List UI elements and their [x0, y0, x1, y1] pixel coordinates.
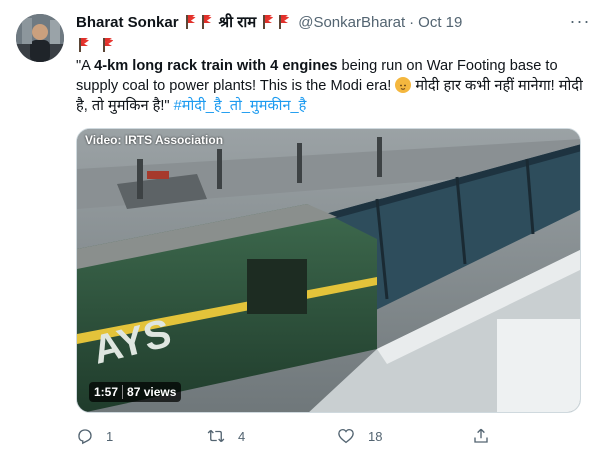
tweet-actions: 1 4 18 — [76, 424, 516, 448]
cat-emoji-icon — [395, 77, 412, 93]
video-thumbnail: AYS — [77, 129, 580, 412]
share-action[interactable] — [472, 427, 490, 445]
flag-icon — [201, 15, 213, 29]
text-part: "A — [76, 58, 95, 74]
heart-icon — [338, 428, 354, 444]
flag-icon — [262, 15, 274, 29]
reply-count: 1 — [106, 428, 114, 444]
retweet-count: 4 — [238, 428, 246, 444]
video-credit: Video: IRTS Association — [85, 133, 224, 147]
separator: · — [409, 13, 415, 31]
author-name[interactable]: Bharat Sonkar — [76, 14, 179, 31]
video-views: 87 views — [127, 385, 177, 399]
flag-icon — [78, 38, 90, 52]
flag-icon — [102, 38, 114, 52]
tweet[interactable]: Bharat Sonkar श्री राम @SonkarBharat · O… — [0, 0, 605, 453]
tweet-text: "A 4-km long rack train with 4 engines b… — [76, 56, 586, 116]
like-action[interactable]: 18 — [336, 427, 472, 445]
author-name-text[interactable]: श्री राम — [219, 12, 257, 32]
share-icon — [474, 428, 488, 443]
video-duration: 1:57 — [94, 385, 119, 399]
reply-icon — [78, 429, 92, 445]
hashtag-link[interactable]: #मोदी_है_तो_मुमकीन_है — [174, 98, 307, 114]
badge-divider — [122, 385, 124, 399]
flag-icon — [278, 15, 290, 29]
retweet-action[interactable]: 4 — [206, 427, 336, 445]
video-player[interactable]: AYS Video: IRTS Association 1:57 87 view… — [76, 128, 581, 413]
tweet-date[interactable]: Oct 19 — [418, 14, 462, 31]
tweet-header: Bharat Sonkar श्री राम @SonkarBharat · O… — [76, 10, 593, 32]
retweet-icon — [207, 429, 225, 443]
avatar[interactable] — [16, 14, 64, 62]
author-handle[interactable]: @SonkarBharat — [298, 14, 405, 31]
avatar-image — [16, 14, 64, 62]
reply-action[interactable]: 1 — [76, 427, 206, 445]
video-stats-badge: 1:57 87 views — [89, 382, 182, 402]
flag-icon — [185, 15, 197, 29]
name-flags-row — [76, 38, 116, 54]
more-options-icon[interactable]: ··· — [569, 10, 591, 32]
like-count: 18 — [368, 428, 383, 444]
text-bold: 4-km long rack train with 4 engines — [94, 58, 338, 74]
